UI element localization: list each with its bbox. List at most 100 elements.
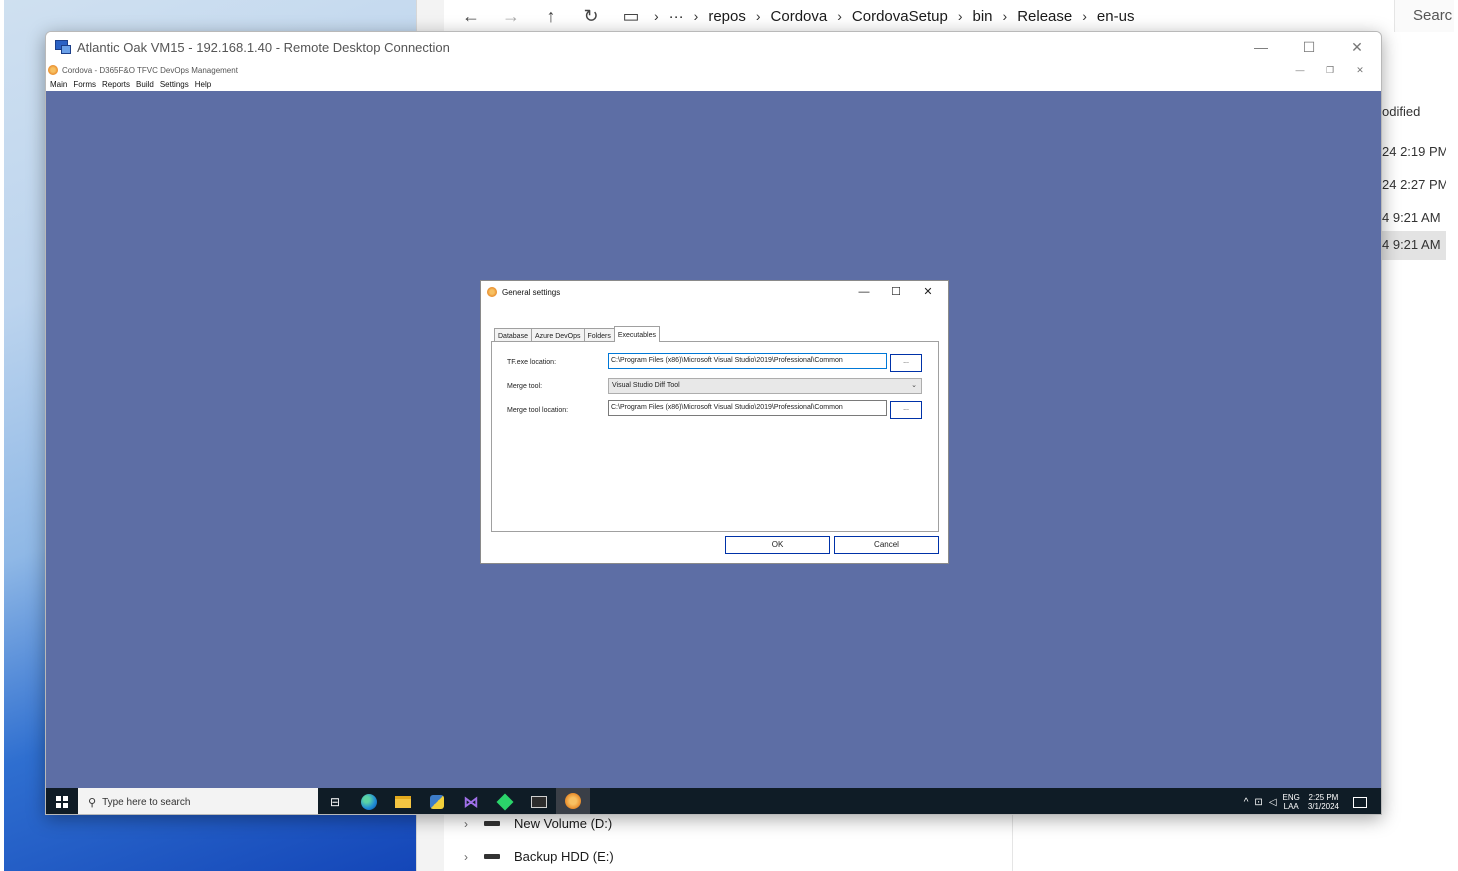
- tf-browse-button[interactable]: ...: [890, 354, 922, 372]
- app-title-bar[interactable]: Cordova - D365F&O TFVC DevOps Management…: [46, 62, 1381, 78]
- computer-icon[interactable]: ▭: [618, 6, 644, 27]
- cordova-button[interactable]: [556, 788, 590, 814]
- keyboard-layout: LAA: [1283, 802, 1299, 811]
- input-language-indicator[interactable]: ENG LAA: [1283, 793, 1300, 811]
- maximize-icon[interactable]: ☐: [880, 281, 912, 303]
- tree-item-label: New Volume (D:): [514, 816, 613, 831]
- up-arrow-icon[interactable]: ↑: [538, 6, 564, 27]
- dialog-title: General settings: [502, 287, 561, 297]
- breadcrumb-release[interactable]: Release: [1017, 8, 1072, 25]
- task-view-button[interactable]: ⊟: [318, 788, 352, 814]
- tree-item-backup-hdd[interactable]: › Backup HDD (E:): [464, 849, 614, 864]
- back-arrow-icon[interactable]: ←: [458, 6, 484, 27]
- terminal-icon: [531, 796, 547, 808]
- forward-arrow-icon[interactable]: →: [498, 6, 524, 27]
- clock-date: 3/1/2024: [1307, 802, 1339, 811]
- drive-icon: [484, 821, 500, 826]
- breadcrumb-bin[interactable]: bin: [973, 8, 993, 25]
- merge-tool-location-label: Merge tool location:: [507, 407, 569, 414]
- python-button[interactable]: [420, 788, 454, 814]
- tab-database[interactable]: Database: [494, 328, 532, 342]
- dialog-title-bar[interactable]: General settings — ☐ ✕: [481, 281, 948, 303]
- explorer-search-input[interactable]: Searc: [1394, 0, 1454, 32]
- chevron-right-icon: ›: [837, 8, 842, 24]
- chevron-right-icon: ›: [957, 8, 963, 24]
- tab-azure-devops[interactable]: Azure DevOps: [530, 328, 585, 342]
- windows-logo-icon: [56, 796, 68, 808]
- breadcrumb-more[interactable]: ···: [669, 8, 684, 25]
- file-row-date[interactable]: 24 2:27 PM: [1376, 171, 1446, 198]
- ok-button[interactable]: OK: [725, 536, 830, 554]
- taskbar-clock[interactable]: 2:25 PM 3/1/2024: [1308, 793, 1339, 811]
- git-button[interactable]: [488, 788, 522, 814]
- network-icon[interactable]: ⊡: [1254, 797, 1262, 808]
- python-icon: [430, 795, 444, 809]
- menu-build[interactable]: Build: [136, 80, 154, 89]
- tf-location-field[interactable]: C:\Program Files (x86)\Microsoft Visual …: [608, 353, 887, 369]
- minimize-icon[interactable]: —: [848, 281, 880, 303]
- menu-main[interactable]: Main: [50, 80, 67, 89]
- remote-desktop-window: Atlantic Oak VM15 - 192.168.1.40 - Remot…: [45, 31, 1382, 815]
- chevron-right-icon: ›: [693, 8, 699, 24]
- chevron-up-icon[interactable]: ^: [1244, 797, 1249, 808]
- menu-settings[interactable]: Settings: [160, 80, 189, 89]
- file-row-date-selected[interactable]: 4 9:21 AM: [1376, 231, 1446, 260]
- merge-tool-browse-button[interactable]: ...: [890, 401, 922, 419]
- tree-item-new-volume[interactable]: › New Volume (D:): [464, 816, 612, 831]
- tree-item-label: Backup HDD (E:): [514, 849, 614, 864]
- merge-tool-location-field[interactable]: C:\Program Files (x86)\Microsoft Visual …: [608, 400, 887, 416]
- explorer-address-bar: ← → ↑ ↻ ▭ › ··· › repos › Cordova › Cord…: [444, 0, 1444, 32]
- cordova-app-icon: [487, 287, 497, 297]
- maximize-icon[interactable]: ☐: [1285, 32, 1333, 62]
- menu-reports[interactable]: Reports: [102, 80, 130, 89]
- breadcrumb-cordovasetup[interactable]: CordovaSetup: [852, 8, 948, 25]
- refresh-icon[interactable]: ↻: [578, 6, 604, 27]
- tab-executables[interactable]: Executables: [613, 326, 660, 342]
- terminal-button[interactable]: [522, 788, 556, 814]
- edge-browser-icon: [361, 794, 377, 810]
- start-button[interactable]: [46, 788, 78, 814]
- chevron-right-icon: ›: [1002, 8, 1008, 24]
- general-settings-dialog: General settings — ☐ ✕ Database Azure De…: [480, 280, 949, 564]
- breadcrumb-repos[interactable]: repos: [708, 8, 746, 25]
- cordova-app-icon: [48, 65, 58, 75]
- edge-button[interactable]: [352, 788, 386, 814]
- app-menu-bar: Main Forms Reports Build Settings Help: [46, 78, 1381, 91]
- restore-icon[interactable]: ❐: [1315, 62, 1345, 78]
- breadcrumb-cordova[interactable]: Cordova: [771, 8, 828, 25]
- close-icon[interactable]: ✕: [1333, 32, 1381, 62]
- close-icon[interactable]: ✕: [1345, 62, 1375, 78]
- tab-folders[interactable]: Folders: [583, 328, 615, 342]
- file-row-date[interactable]: 4 9:21 AM: [1376, 204, 1446, 231]
- remote-taskbar: ⚲ Type here to search ⊟ ⋈ ^ ⊡ ◁ ENG LAA …: [46, 788, 1381, 814]
- breadcrumb-en-us[interactable]: en-us: [1097, 8, 1135, 25]
- app-window-title: Cordova - D365F&O TFVC DevOps Management: [62, 65, 238, 75]
- visual-studio-button[interactable]: ⋈: [454, 788, 488, 814]
- chevron-right-icon[interactable]: ›: [464, 850, 474, 864]
- volume-icon[interactable]: ◁: [1269, 797, 1277, 808]
- chevron-right-icon[interactable]: ›: [464, 817, 474, 831]
- folder-icon: [395, 796, 411, 808]
- rdp-title-bar[interactable]: Atlantic Oak VM15 - 192.168.1.40 - Remot…: [46, 32, 1381, 62]
- column-header-date-modified[interactable]: odified: [1382, 104, 1420, 119]
- close-icon[interactable]: ✕: [912, 281, 944, 303]
- chevron-down-icon: ⌄: [911, 382, 917, 389]
- chevron-right-icon: ›: [654, 8, 659, 24]
- chevron-right-icon: ›: [755, 8, 761, 24]
- file-row-date[interactable]: 24 2:19 PM: [1376, 138, 1446, 165]
- minimize-icon[interactable]: —: [1285, 62, 1315, 78]
- lang-code: ENG: [1282, 793, 1300, 802]
- minimize-icon[interactable]: —: [1237, 32, 1285, 62]
- notification-icon[interactable]: [1353, 796, 1367, 808]
- merge-tool-select[interactable]: Visual Studio Diff Tool ⌄: [608, 378, 922, 394]
- chevron-right-icon: ›: [1082, 8, 1087, 24]
- merge-tool-value: Visual Studio Diff Tool: [612, 382, 680, 389]
- system-tray: ^ ⊡ ◁ ENG LAA 2:25 PM 3/1/2024: [1244, 788, 1381, 814]
- cancel-button[interactable]: Cancel: [834, 536, 939, 554]
- settings-tabs: Database Azure DevOps Folders Executable…: [494, 326, 660, 342]
- file-explorer-button[interactable]: [386, 788, 420, 814]
- taskbar-search-placeholder: Type here to search: [102, 796, 191, 808]
- menu-help[interactable]: Help: [195, 80, 211, 89]
- menu-forms[interactable]: Forms: [73, 80, 96, 89]
- taskbar-search-input[interactable]: ⚲ Type here to search: [78, 788, 318, 814]
